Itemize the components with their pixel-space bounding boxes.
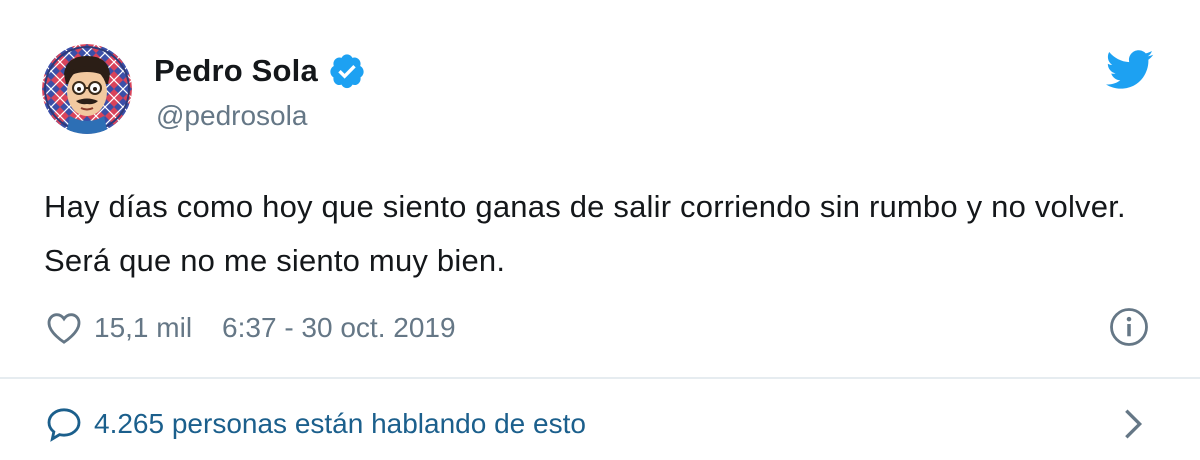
chevron-right-icon[interactable] bbox=[1118, 404, 1148, 444]
author-name[interactable]: Pedro Sola bbox=[154, 53, 318, 89]
conversation-text[interactable]: 4.265 personas están hablando de esto bbox=[94, 408, 586, 440]
avatar[interactable] bbox=[42, 44, 132, 134]
heart-icon[interactable] bbox=[44, 308, 84, 348]
conversation-link[interactable]: 4.265 personas están hablando de esto bbox=[44, 402, 586, 446]
info-icon[interactable] bbox=[1108, 306, 1150, 348]
tweet-text: Hay días como hoy que siento ganas de sa… bbox=[44, 189, 1126, 278]
avatar-icon bbox=[42, 44, 132, 134]
like-count[interactable]: 15,1 mil bbox=[94, 312, 192, 344]
divider bbox=[0, 377, 1200, 379]
tweet-timestamp[interactable]: 6:37 - 30 oct. 2019 bbox=[222, 312, 456, 344]
twitter-bird-icon[interactable] bbox=[1106, 50, 1154, 90]
embedded-tweet-card: Pedro Sola @pedrosola Hay días como hoy … bbox=[0, 0, 1200, 460]
speech-bubble-icon bbox=[47, 408, 81, 442]
author-handle[interactable]: @pedrosola bbox=[156, 100, 307, 132]
tweet-meta: 15,1 mil 6:37 - 30 oct. 2019 bbox=[44, 306, 456, 350]
verified-badge-icon bbox=[330, 54, 364, 89]
author-row: Pedro Sola bbox=[154, 52, 366, 90]
